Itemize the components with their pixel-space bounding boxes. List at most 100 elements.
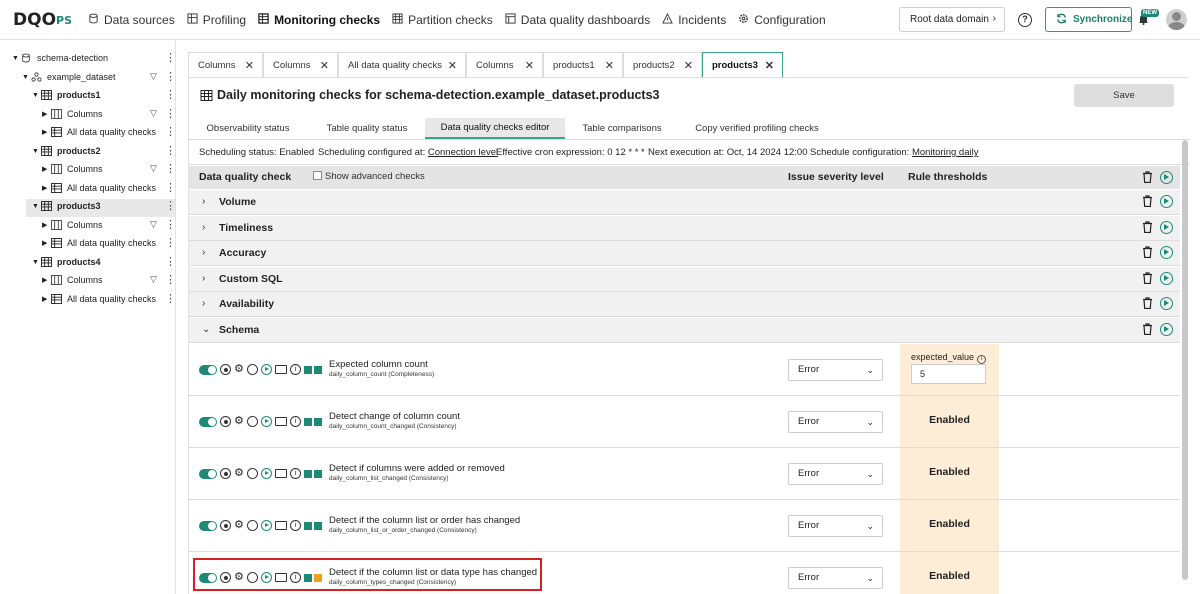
subtab-checks-editor[interactable]: Data quality checks editor [425, 118, 565, 139]
tree-all-checks[interactable]: ▶ All data quality checks [42, 234, 156, 252]
schedule-clock-icon[interactable] [246, 520, 258, 531]
category-row[interactable]: › Availability [189, 292, 1180, 318]
close-icon[interactable]: ✕ [448, 59, 457, 72]
nav-monitoring-checks[interactable]: Monitoring checks [258, 13, 380, 27]
chevron-right-icon[interactable]: › [202, 222, 205, 233]
enable-toggle[interactable] [199, 520, 217, 531]
enable-toggle[interactable] [199, 468, 217, 479]
close-icon[interactable]: ✕ [320, 59, 329, 72]
close-icon[interactable]: ✕ [525, 59, 534, 72]
expected-value-input[interactable]: 5 [911, 364, 986, 384]
info-icon[interactable]: i [289, 468, 301, 479]
run-check-icon[interactable] [260, 468, 272, 479]
category-row[interactable]: › Timeliness [189, 215, 1180, 241]
schema-menu-icon[interactable]: ⋮ [165, 72, 176, 83]
chevron-right-icon[interactable]: › [202, 298, 205, 309]
run-category-icon[interactable] [1160, 220, 1173, 234]
severity-select[interactable]: Error ⌄ [788, 359, 883, 381]
filter-icon[interactable]: ▽ [150, 163, 157, 174]
tree-connection[interactable]: ▼ schema-detection [12, 49, 108, 67]
close-icon[interactable]: ✕ [605, 59, 614, 72]
results-list-icon[interactable] [274, 417, 287, 426]
tree-columns[interactable]: ▶ Columns [42, 216, 103, 234]
chevron-right-icon[interactable]: › [202, 247, 205, 258]
run-category-icon[interactable] [1160, 297, 1173, 311]
tab-products3[interactable]: products3 ✕ [702, 52, 783, 77]
subtab-table-quality[interactable]: Table quality status [317, 118, 417, 139]
severity-select[interactable]: Error ⌄ [788, 567, 883, 589]
tree-all-checks[interactable]: ▶ All data quality checks [42, 123, 156, 141]
subtab-copy-profiling[interactable]: Copy verified profiling checks [692, 118, 822, 139]
close-icon[interactable]: ✕ [765, 59, 774, 72]
table-menu-icon[interactable]: ⋮ [165, 257, 176, 268]
advanced-checks-checkbox[interactable] [313, 171, 322, 180]
trash-icon[interactable] [1142, 272, 1153, 287]
run-category-icon[interactable] [1160, 271, 1173, 285]
schedule-clock-icon[interactable] [246, 416, 258, 427]
close-icon[interactable]: ✕ [245, 59, 254, 72]
trash-icon[interactable] [1142, 297, 1153, 312]
chevron-down-icon[interactable]: ⌄ [202, 324, 210, 335]
settings-gear-icon[interactable]: ⚙ [234, 364, 244, 375]
tree-columns[interactable]: ▶ Columns [42, 160, 103, 178]
severity-select[interactable]: Error ⌄ [788, 463, 883, 485]
category-row[interactable]: › Volume [189, 190, 1180, 215]
tree-columns[interactable]: ▶ Columns [42, 105, 103, 123]
columns-menu-icon[interactable]: ⋮ [165, 164, 176, 175]
table-menu-icon[interactable]: ⋮ [165, 146, 176, 157]
disable-icon[interactable] [220, 416, 231, 427]
save-button[interactable]: Save [1074, 84, 1174, 107]
scrollbar[interactable] [1182, 140, 1188, 580]
tab-all-checks[interactable]: All data quality checks ✕ [338, 52, 466, 77]
disable-icon[interactable] [220, 468, 231, 479]
avatar[interactable] [1166, 9, 1187, 30]
nav-configuration[interactable]: Configuration [738, 13, 826, 27]
chevron-right-icon[interactable]: › [202, 273, 205, 284]
info-icon[interactable]: i [289, 416, 301, 427]
chevron-right-icon[interactable]: › [202, 196, 205, 207]
run-check-icon[interactable] [260, 416, 272, 427]
columns-menu-icon[interactable]: ⋮ [165, 275, 176, 286]
tree-table-products3[interactable]: ▼ products3 [32, 197, 101, 215]
nav-partition-checks[interactable]: Partition checks [392, 13, 493, 27]
connection-level-link[interactable]: Connection level [428, 147, 498, 158]
subtab-table-comparisons[interactable]: Table comparisons [577, 118, 667, 139]
trash-icon[interactable] [1142, 220, 1153, 236]
rule-threshold-cell[interactable]: Enabled [900, 552, 999, 594]
app-logo[interactable]: DQOPS [13, 10, 72, 30]
info-icon[interactable]: i [289, 520, 301, 531]
settings-gear-icon[interactable]: ⚙ [234, 520, 244, 531]
schedule-clock-icon[interactable] [246, 468, 258, 479]
tree-table-products2[interactable]: ▼ products2 [32, 142, 101, 160]
help-icon[interactable]: ? [1018, 13, 1032, 27]
tab-products1[interactable]: products1 ✕ [543, 52, 623, 77]
filter-icon[interactable]: ▽ [150, 274, 157, 285]
settings-gear-icon[interactable]: ⚙ [234, 468, 244, 479]
tree-schema[interactable]: ▼ example_dataset [22, 68, 116, 86]
run-all-icon[interactable] [1160, 171, 1173, 184]
subtab-observability[interactable]: Observability status [199, 118, 297, 139]
rule-threshold-cell[interactable]: Enabled [900, 396, 999, 447]
synchronize-button[interactable]: Synchronize [1045, 7, 1132, 32]
run-category-icon[interactable] [1160, 195, 1173, 208]
filter-icon[interactable]: ▽ [150, 108, 157, 119]
filter-icon[interactable]: ▽ [150, 71, 157, 82]
connection-menu-icon[interactable]: ⋮ [165, 53, 176, 64]
severity-select[interactable]: Error ⌄ [788, 411, 883, 433]
close-icon[interactable]: ✕ [684, 59, 693, 72]
category-row[interactable]: › Custom SQL [189, 266, 1180, 292]
tab-columns[interactable]: Columns ✕ [263, 52, 338, 77]
enable-toggle[interactable] [199, 416, 217, 427]
nav-dashboards[interactable]: Data quality dashboards [505, 13, 650, 27]
severity-select[interactable]: Error ⌄ [788, 515, 883, 537]
tree-table-products1[interactable]: ▼ products1 [32, 86, 101, 104]
monitoring-daily-link[interactable]: Monitoring daily [912, 147, 979, 158]
trash-icon[interactable] [1142, 195, 1153, 210]
tree-all-checks[interactable]: ▶ All data quality checks [42, 179, 156, 197]
tree-all-checks[interactable]: ▶ All data quality checks [42, 290, 156, 308]
checks-menu-icon[interactable]: ⋮ [165, 294, 176, 305]
results-list-icon[interactable] [274, 469, 287, 478]
category-row[interactable]: ⌄ Schema [189, 318, 1180, 343]
trash-icon[interactable] [1142, 246, 1153, 261]
results-list-icon[interactable] [274, 521, 287, 530]
